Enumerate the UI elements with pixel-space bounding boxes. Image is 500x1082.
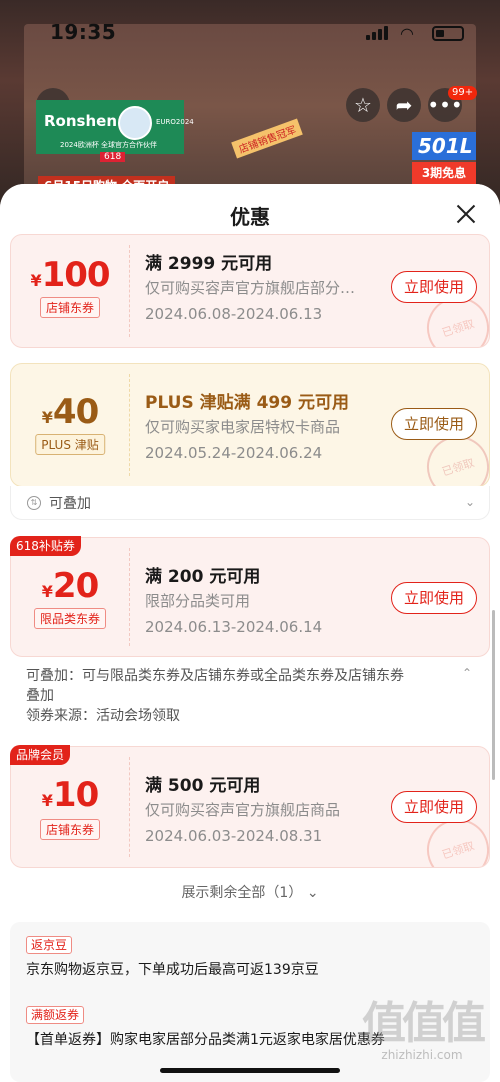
use-now-button[interactable]: 立即使用 [391,271,477,303]
home-indicator [160,1068,340,1073]
coupon-corner-tag: 品牌会员 [10,745,71,765]
watermark: 值值值 zhizhizhi.com [352,998,492,1063]
installment-badge: 3期免息 [412,162,476,184]
chevron-down-icon: ⌄ [465,495,476,509]
battery-icon [432,26,464,41]
coupon-date: 2024.06.13-2024.06.14 [145,618,323,636]
brand-banner: Ronshen EURO2024 2024欧洲杯 全球官方合作伙伴 [36,100,194,154]
coupon-title: 满 500 元可用 [145,776,261,796]
signal-icon [366,26,390,40]
status-time: 19:35 [50,20,117,44]
jingdou-pill: 返京豆 [26,936,73,954]
coupon-card: ¥10 店铺东券 满 500 元可用 仅可购买容声官方旗舰店商品 2024.06… [10,746,490,868]
watermark-url: zhizhizhi.com [381,1048,463,1062]
euro-label: EURO2024 [156,118,194,126]
coupon-date: 2024.06.03-2024.08.31 [145,827,323,845]
favorite-button[interactable]: ☆ [346,88,380,122]
coupon-amount: ¥10 [41,775,99,815]
star-icon: ☆ [354,93,372,117]
coupon-title: PLUS 津贴满 499 元可用 [145,393,349,413]
return-coupon-pill: 满额返券 [26,1006,85,1024]
watermark-logo: 值值值 [362,998,486,1049]
capacity-badge: 501L [412,132,476,160]
coupon-type: 店铺东券 [39,297,101,318]
coupon-amount: ¥100 [30,255,110,295]
use-now-button[interactable]: 立即使用 [391,582,477,614]
coupon-card: ¥20 限品类东券 满 200 元可用 限部分品类可用 2024.06.13-2… [10,537,490,657]
coupon-card: ¥40 PLUS 津贴 PLUS 津贴满 499 元可用 仅可购买家电家居特权卡… [10,363,490,487]
promo-618: 618 [100,152,126,162]
coupon-list[interactable]: ¥100 店铺东券 满 2999 元可用 仅可购买容声官方旗舰店部分… 2024… [0,234,500,1082]
share-button[interactable]: ➦ [387,88,421,122]
wifi-icon: ◠ [400,24,414,43]
coupon-desc: 仅可购买家电家居特权卡商品 [145,418,341,436]
show-all-button[interactable]: 展示剩余全部（1） ⌄ [0,882,500,902]
status-bar: 19:35 ◠ [0,18,500,48]
coupon-amount: ¥20 [41,566,99,606]
close-icon[interactable] [454,202,478,226]
stack-detail-cont: 叠加 [26,688,54,704]
coupon-desc: 仅可购买容声官方旗舰店部分… [145,279,356,297]
coupon-corner-tag: 618补贴券 [10,536,81,556]
coupon-title: 满 2999 元可用 [145,254,273,274]
coupon-amount: ¥40 [41,392,99,432]
show-all-label: 展示剩余全部（1） [181,885,303,901]
chevron-up-icon[interactable]: ⌃ [462,666,472,680]
share-icon: ➦ [395,93,413,117]
message-badge: 99+ [448,86,478,100]
discount-sheet: 优惠 ¥100 店铺东券 满 2999 元可用 仅可购买容声官方旗舰店部分… 2… [0,184,500,1082]
coupon-desc: 仅可购买容声官方旗舰店商品 [145,801,341,819]
chevron-down-icon: ⌄ [306,885,319,901]
coupon-title: 满 200 元可用 [145,567,261,587]
coupon-type: 店铺东券 [39,819,101,840]
coupon-date: 2024.06.08-2024.06.13 [145,305,323,323]
use-now-button[interactable]: 立即使用 [391,408,477,440]
coupon-type: PLUS 津贴 [35,434,105,455]
coupon-date: 2024.05.24-2024.06.24 [145,444,323,462]
coupon-source: 领券来源：活动会场领取 [26,708,180,724]
stackable-row[interactable]: ⇅ 可叠加 ⌄ [10,486,490,520]
jingdou-text: 京东购物返京豆，下单成功后最高可返139京豆 [26,962,319,978]
coupon-desc: 限部分品类可用 [145,592,251,610]
stack-icon: ⇅ [27,496,41,510]
coupon-card: ¥100 店铺东券 满 2999 元可用 仅可购买容声官方旗舰店部分… 2024… [10,234,490,348]
stack-detail: 可叠加：可与限品类东券及店铺东券或全品类东券及店铺东券 [26,668,404,684]
scrollbar[interactable] [492,610,495,780]
euro-logo [118,106,152,140]
brand-caption: 2024欧洲杯 全球官方合作伙伴 [60,141,158,149]
stackable-label: 可叠加 [49,496,91,512]
sheet-title: 优惠 [230,205,270,229]
brand-name: Ronshen [44,112,117,130]
use-now-button[interactable]: 立即使用 [391,791,477,823]
coupon-type: 限品类东券 [33,608,107,629]
